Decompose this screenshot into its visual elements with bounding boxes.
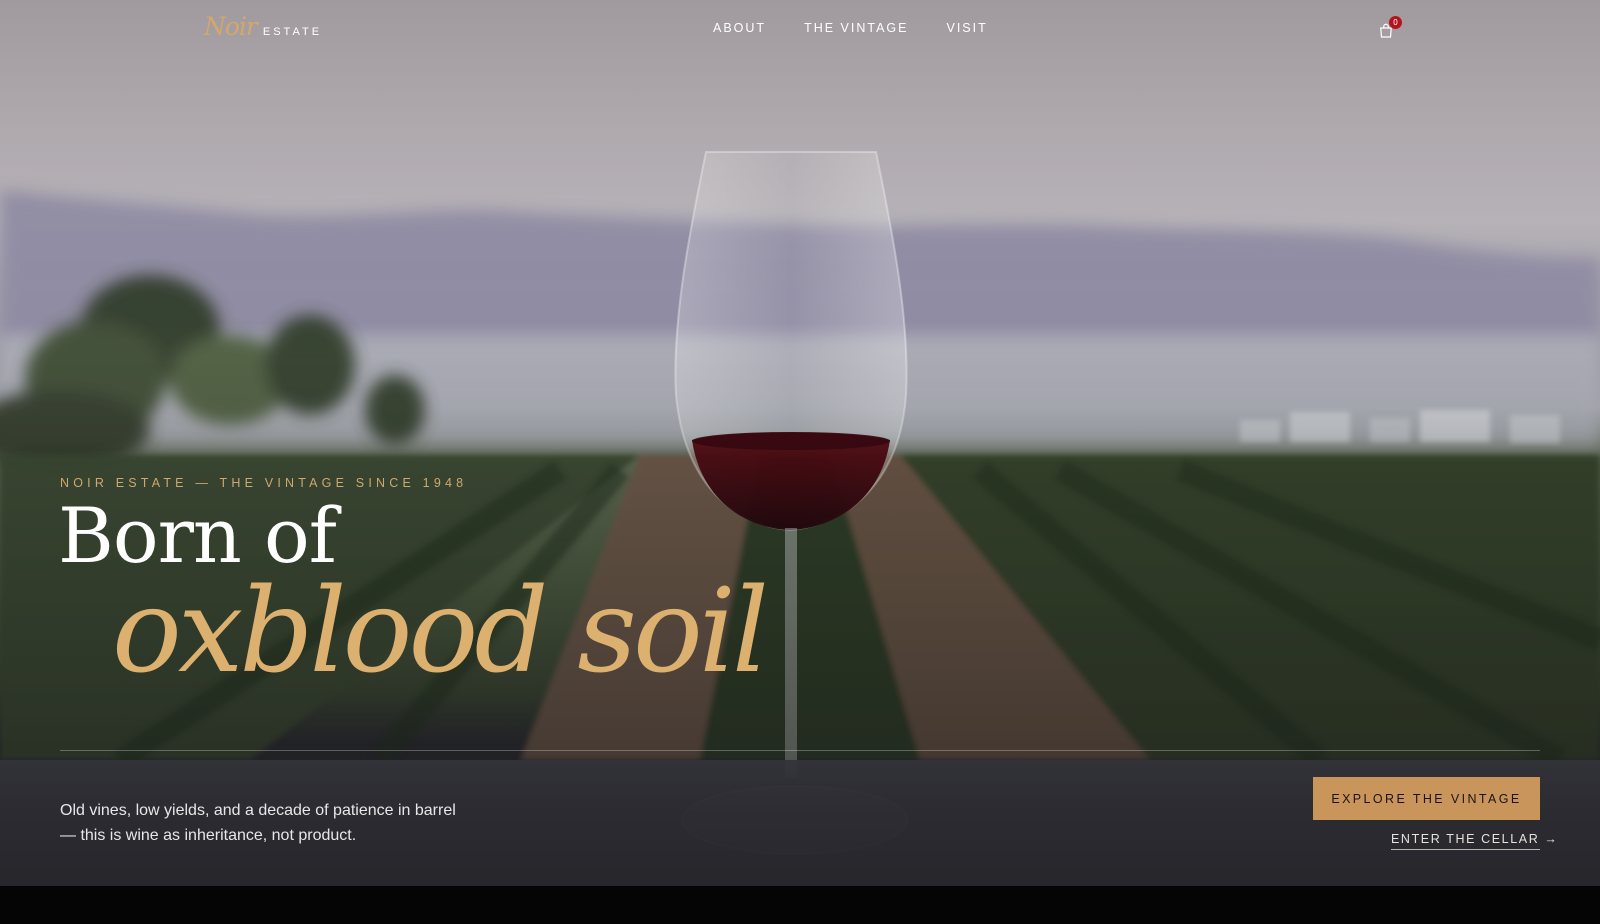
brand-logo-word: ESTATE: [262, 26, 323, 38]
explore-the-vintage-button[interactable]: EXPLORE THE VINTAGE: [1313, 777, 1540, 820]
hero-headline-line1: Born of: [58, 491, 337, 580]
hero-eyebrow: NOIR ESTATE — THE VINTAGE SINCE 1948: [60, 476, 468, 490]
hero-divider: [60, 750, 1540, 751]
site-header: Noir ESTATE ABOUT THE VINTAGE VISIT 0: [0, 0, 1600, 60]
hero-body-text: Old vines, low yields, and a decade of p…: [60, 802, 456, 844]
brand-logo-script: Noir: [204, 12, 258, 41]
nav-item-the-vintage[interactable]: THE VINTAGE: [804, 21, 908, 35]
cart-button[interactable]: 0: [1377, 16, 1402, 42]
nav-item-visit[interactable]: VISIT: [946, 21, 987, 35]
bottom-strip: [0, 886, 1600, 924]
cart-count-badge: 0: [1389, 16, 1402, 29]
hero-overlay: [0, 0, 1600, 886]
hero-headline-line2: oxblood soil: [112, 564, 769, 699]
enter-the-cellar-link[interactable]: ENTER THE CELLAR →: [1391, 832, 1557, 850]
nav-item-about[interactable]: ABOUT: [713, 21, 766, 35]
brand-logo[interactable]: Noir ESTATE: [204, 12, 322, 41]
hero-section: [0, 0, 1600, 886]
main-nav: ABOUT THE VINTAGE VISIT: [713, 21, 988, 35]
